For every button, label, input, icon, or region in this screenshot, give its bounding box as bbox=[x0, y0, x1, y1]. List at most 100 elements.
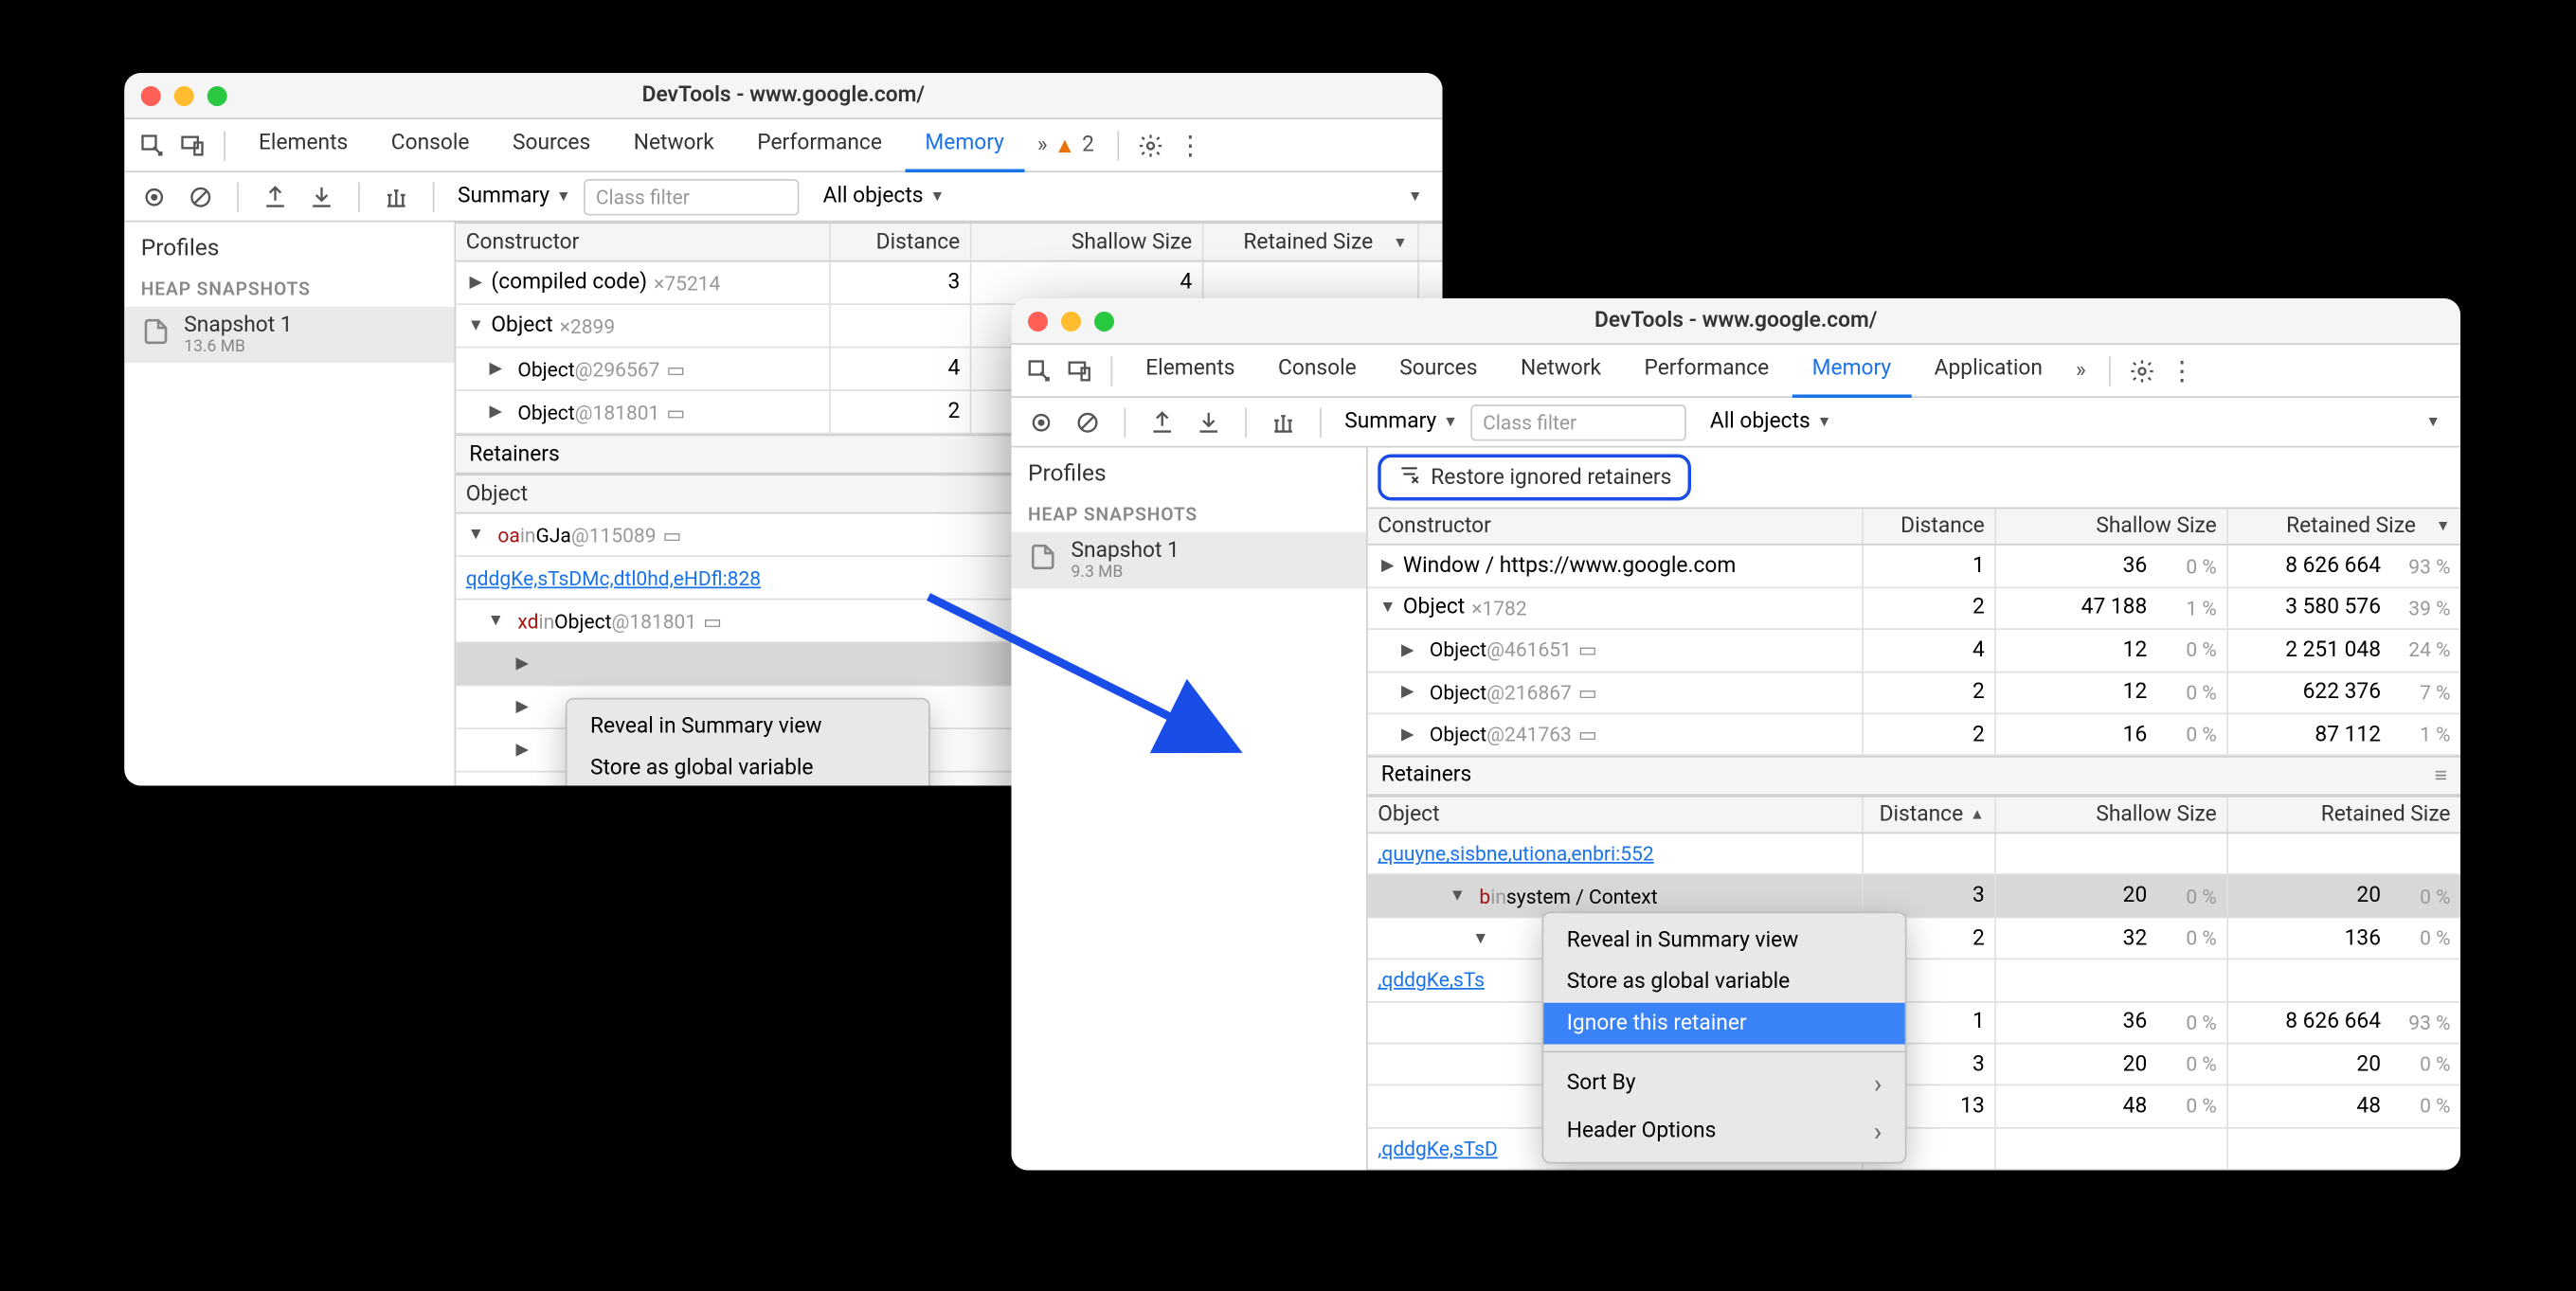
col-shallow[interactable]: Shallow Size bbox=[972, 224, 1204, 260]
col-constructor[interactable]: Constructor bbox=[456, 224, 831, 260]
ctx-reveal[interactable]: Reveal in Summary view bbox=[1543, 920, 1905, 961]
expand-icon[interactable] bbox=[513, 741, 532, 759]
settings-icon[interactable] bbox=[1132, 127, 1169, 164]
context-menu[interactable]: Reveal in Summary view Store as global v… bbox=[1542, 912, 1907, 1164]
object-row[interactable]: Object @461651▭ 4 120 % 2 251 04824 % bbox=[1368, 630, 2460, 672]
tab-elements[interactable]: Elements bbox=[1126, 344, 1254, 397]
expand-icon[interactable] bbox=[466, 274, 486, 292]
retainer-row[interactable]: 1 360 % 8 626 66493 % bbox=[1368, 1002, 2460, 1044]
close-window-icon[interactable] bbox=[1028, 311, 1048, 331]
tabs-overflow[interactable]: » ▲ 2 bbox=[1027, 132, 1104, 158]
restore-ignored-retainers-button[interactable]: Restore ignored retainers bbox=[1378, 455, 1691, 501]
retainer-choke[interactable]: ,qddgKe,sTsD bbox=[1368, 1128, 2460, 1170]
tab-performance[interactable]: Performance bbox=[737, 118, 902, 171]
settings-icon[interactable] bbox=[2124, 352, 2161, 389]
col-retained[interactable]: Retained Size bbox=[1204, 224, 1420, 260]
collapse-icon[interactable] bbox=[486, 612, 506, 630]
retainer-row[interactable]: 13 480 % 480 % bbox=[1368, 1086, 2460, 1128]
ctx-ignore-retainer[interactable]: Ignore this retainer bbox=[1543, 1003, 1905, 1045]
constructor-row[interactable]: Object×1782 2 47 1881 % 3 580 57639 % bbox=[1368, 588, 2460, 630]
retainer-choke[interactable]: ,qddgKe,sTs bbox=[1368, 960, 2460, 1002]
view-dropdown[interactable]: Summary bbox=[1338, 409, 1465, 434]
tab-application[interactable]: Application bbox=[1915, 344, 2063, 397]
tab-console[interactable]: Console bbox=[371, 118, 490, 171]
retainer-choke[interactable]: ,quuyne,sisbne,utiona,enbri:552 bbox=[1368, 834, 2460, 875]
expand-icon[interactable] bbox=[1397, 726, 1417, 744]
inspect-icon[interactable] bbox=[1021, 352, 1058, 389]
scope-dropdown[interactable]: All objects bbox=[817, 184, 952, 208]
zoom-window-icon[interactable] bbox=[1094, 311, 1114, 331]
expand-icon[interactable] bbox=[1397, 683, 1417, 701]
inspect-icon[interactable] bbox=[135, 127, 171, 164]
col-retained[interactable]: Retained Size bbox=[2228, 797, 2460, 833]
expand-icon[interactable] bbox=[513, 654, 532, 672]
scope-dropdown[interactable]: All objects bbox=[1703, 409, 1839, 434]
collapse-icon[interactable] bbox=[1448, 887, 1468, 905]
export-icon[interactable] bbox=[256, 178, 296, 215]
expand-icon[interactable] bbox=[486, 403, 506, 421]
minimize-window-icon[interactable] bbox=[174, 85, 194, 105]
collect-garbage-icon[interactable] bbox=[1264, 403, 1304, 440]
expand-icon[interactable] bbox=[513, 698, 532, 716]
collapse-icon[interactable] bbox=[466, 316, 486, 334]
titlebar[interactable]: DevTools - www.google.com/ bbox=[1012, 298, 2461, 345]
clear-icon[interactable] bbox=[181, 178, 221, 215]
device-toggle-icon[interactable] bbox=[1061, 352, 1098, 389]
snapshot-item[interactable]: Snapshot 1 13.6 MB bbox=[124, 307, 454, 364]
object-row[interactable]: Object @216867▭ 2 120 % 622 3767 % bbox=[1368, 672, 2460, 714]
import-icon[interactable] bbox=[1189, 403, 1229, 440]
col-shallow[interactable]: Shallow Size bbox=[1996, 509, 2228, 545]
collapse-icon[interactable] bbox=[466, 526, 486, 544]
expand-icon[interactable] bbox=[486, 360, 506, 378]
tab-sources[interactable]: Sources bbox=[1379, 344, 1497, 397]
tab-network[interactable]: Network bbox=[614, 118, 734, 171]
tab-elements[interactable]: Elements bbox=[239, 118, 368, 171]
ctx-store[interactable]: Store as global variable bbox=[1543, 961, 1905, 1003]
zoom-window-icon[interactable] bbox=[207, 85, 227, 105]
retainers-menu-icon[interactable]: ≡ bbox=[2435, 762, 2447, 789]
col-shallow[interactable]: Shallow Size bbox=[1996, 797, 2228, 833]
retainer-row-selected[interactable]: b in system / Context 3 200 % 200 % bbox=[1368, 876, 2460, 918]
snapshot-item[interactable]: Snapshot 1 9.3 MB bbox=[1012, 532, 1367, 589]
view-dropdown[interactable]: Summary bbox=[451, 184, 578, 208]
tab-memory[interactable]: Memory bbox=[905, 118, 1024, 171]
col-retained[interactable]: Retained Size bbox=[2228, 509, 2460, 545]
export-icon[interactable] bbox=[1143, 403, 1182, 440]
col-distance[interactable]: Distance bbox=[1864, 509, 1996, 545]
record-icon[interactable] bbox=[1021, 403, 1061, 440]
ctx-reveal[interactable]: Reveal in Summary view bbox=[567, 707, 929, 748]
col-constructor[interactable]: Constructor bbox=[1368, 509, 1864, 545]
col-distance[interactable]: Distance bbox=[831, 224, 972, 260]
retainer-row[interactable]: 2 320 % 1360 % bbox=[1368, 918, 2460, 959]
tab-console[interactable]: Console bbox=[1258, 344, 1377, 397]
clear-icon[interactable] bbox=[1068, 403, 1108, 440]
tab-network[interactable]: Network bbox=[1501, 344, 1621, 397]
collapse-icon[interactable] bbox=[1378, 600, 1397, 618]
expand-icon[interactable] bbox=[1397, 641, 1417, 659]
tab-performance[interactable]: Performance bbox=[1625, 344, 1790, 397]
col-distance[interactable]: Distance bbox=[1864, 797, 1996, 833]
import-icon[interactable] bbox=[302, 178, 342, 215]
more-icon[interactable]: ⋮ bbox=[2164, 352, 2201, 389]
class-filter-input[interactable]: Class filter bbox=[585, 178, 801, 215]
minimize-window-icon[interactable] bbox=[1061, 311, 1081, 331]
retainer-row[interactable]: 3 200 % 200 % bbox=[1368, 1044, 2460, 1085]
collect-garbage-icon[interactable] bbox=[376, 178, 416, 215]
ctx-store[interactable]: Store as global variable bbox=[567, 747, 929, 785]
object-row[interactable]: Object @241763▭ 2 160 % 87 1121 % bbox=[1368, 714, 2460, 756]
expand-icon[interactable] bbox=[1378, 557, 1397, 575]
tab-sources[interactable]: Sources bbox=[493, 118, 610, 171]
tab-memory[interactable]: Memory bbox=[1792, 344, 1912, 397]
ctx-header[interactable]: Header Options bbox=[1543, 1107, 1905, 1156]
device-toggle-icon[interactable] bbox=[174, 127, 211, 164]
col-object[interactable]: Object bbox=[1368, 797, 1864, 833]
tabs-overflow[interactable]: » bbox=[2065, 358, 2096, 383]
record-icon[interactable] bbox=[135, 178, 174, 215]
close-window-icon[interactable] bbox=[141, 85, 161, 105]
class-filter-input[interactable]: Class filter bbox=[1471, 403, 1687, 440]
ctx-sort[interactable]: Sort By bbox=[1543, 1059, 1905, 1107]
context-menu[interactable]: Reveal in Summary view Store as global v… bbox=[566, 698, 930, 786]
constructor-row[interactable]: Window / https://www.google.com 1 360 % … bbox=[1368, 547, 2460, 588]
more-icon[interactable]: ⋮ bbox=[1172, 127, 1209, 164]
collapse-icon[interactable] bbox=[1470, 929, 1490, 947]
